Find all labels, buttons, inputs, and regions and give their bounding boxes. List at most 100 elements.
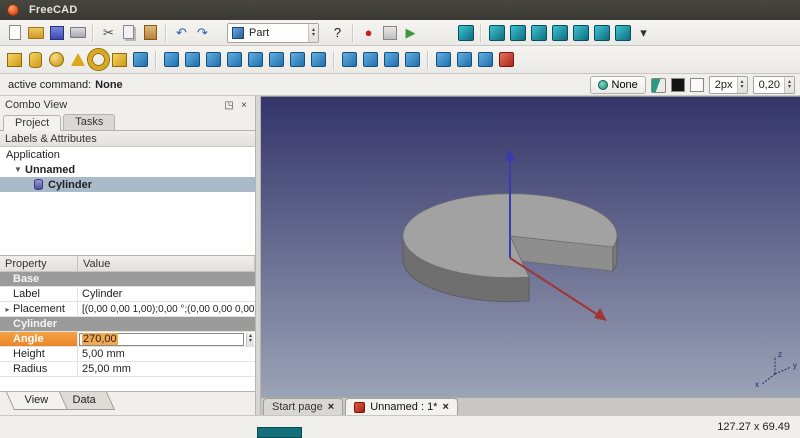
cylinder-icon: [34, 179, 43, 190]
boolean-cut-icon[interactable]: [454, 49, 475, 70]
print-icon[interactable]: [67, 22, 88, 43]
whats-this-icon[interactable]: ?: [327, 22, 348, 43]
property-column-header[interactable]: Property: [0, 256, 78, 271]
3d-viewport[interactable]: x y z: [261, 96, 800, 397]
transparency-spinner[interactable]: 0,20 ▴▾: [753, 76, 795, 94]
shape-builder-icon[interactable]: [130, 49, 151, 70]
redo-icon[interactable]: ↷: [192, 22, 213, 43]
cross-sections-icon[interactable]: [360, 49, 381, 70]
offset-icon[interactable]: [381, 49, 402, 70]
model-tree: Application ▼ Unnamed Cylinder: [0, 147, 255, 255]
document-tab-bar: Start page × Unnamed : 1* ×: [261, 397, 800, 415]
play-macro-icon[interactable]: ▶: [400, 22, 421, 43]
close-tab-icon[interactable]: ×: [442, 401, 448, 413]
fillet-icon[interactable]: [224, 49, 245, 70]
spinner-arrows-icon[interactable]: ▴▾: [737, 77, 747, 93]
save-icon[interactable]: [46, 22, 67, 43]
view-dropdown-icon[interactable]: ▾: [633, 22, 654, 43]
float-panel-icon[interactable]: ◳: [223, 100, 235, 111]
tab-tasks[interactable]: Tasks: [63, 114, 115, 130]
tab-view[interactable]: View: [6, 392, 68, 410]
box-primitive-icon[interactable]: [4, 49, 25, 70]
spinner-arrows-icon[interactable]: ▴▾: [784, 77, 794, 93]
property-radius-value[interactable]: 25,00 mm: [78, 362, 255, 376]
workbench-selector[interactable]: Part ▴▾: [227, 23, 319, 43]
tree-item-application[interactable]: Application: [0, 147, 255, 162]
torus-primitive-icon[interactable]: [88, 49, 109, 70]
front-view-icon[interactable]: [507, 22, 528, 43]
tree-item-unnamed[interactable]: ▼ Unnamed: [0, 162, 255, 177]
top-view-icon[interactable]: [528, 22, 549, 43]
command-bar: active command: None None 2px ▴▾ 0,20 ▴▾: [0, 74, 800, 96]
cut-icon[interactable]: ✂: [98, 22, 119, 43]
boolean-intersection-icon[interactable]: [496, 49, 517, 70]
active-command-label: active command:: [8, 79, 91, 91]
dimension-readout: 127.27 x 69.49: [717, 421, 790, 433]
expander-icon[interactable]: ▸: [2, 305, 13, 314]
property-group-base[interactable]: Base: [0, 272, 255, 286]
boolean-union-icon[interactable]: [475, 49, 496, 70]
fit-all-icon[interactable]: [455, 22, 476, 43]
property-angle-value[interactable]: 270,00 ▴▾: [78, 332, 255, 346]
line-width-spinner[interactable]: 2px ▴▾: [709, 76, 748, 94]
face-color-swatch[interactable]: [690, 78, 704, 92]
titlebar[interactable]: FreeCAD: [0, 0, 800, 20]
paste-icon[interactable]: [140, 22, 161, 43]
sphere-primitive-icon[interactable]: [46, 49, 67, 70]
thickness-icon[interactable]: [402, 49, 423, 70]
left-view-icon[interactable]: [612, 22, 633, 43]
section-icon[interactable]: [339, 49, 360, 70]
record-macro-icon[interactable]: ●: [358, 22, 379, 43]
rear-view-icon[interactable]: [570, 22, 591, 43]
combo-view-panel: Combo View ◳ × Project Tasks Labels & At…: [0, 96, 256, 415]
line-color-swatch[interactable]: [671, 78, 685, 92]
property-group-cylinder[interactable]: Cylinder: [0, 317, 255, 331]
copy-icon[interactable]: [119, 22, 140, 43]
snap-none-button[interactable]: None: [590, 76, 646, 94]
property-height-value[interactable]: 5,00 mm: [78, 347, 255, 361]
combo-arrows-icon[interactable]: ▴▾: [308, 24, 318, 42]
tab-start-page[interactable]: Start page ×: [263, 398, 343, 415]
active-command-value: None: [95, 79, 123, 91]
property-radius[interactable]: Radius: [0, 362, 78, 376]
value-column-header[interactable]: Value: [78, 256, 255, 271]
property-label[interactable]: Label: [0, 287, 78, 301]
loft-icon[interactable]: [287, 49, 308, 70]
property-height[interactable]: Height: [0, 347, 78, 361]
macro-dialog-icon[interactable]: [379, 22, 400, 43]
close-panel-icon[interactable]: ×: [238, 100, 250, 111]
toolbar-separator: [165, 24, 167, 42]
window-title: FreeCAD: [29, 4, 77, 16]
boolean-icon[interactable]: [433, 49, 454, 70]
angle-spinner[interactable]: ▴▾: [246, 333, 254, 346]
close-tab-icon[interactable]: ×: [328, 401, 334, 413]
property-placement[interactable]: ▸ Placement: [0, 302, 78, 316]
new-document-icon[interactable]: [4, 22, 25, 43]
property-angle[interactable]: Angle: [0, 332, 78, 346]
property-label-value[interactable]: Cylinder: [78, 287, 255, 301]
draft-style-icon[interactable]: [651, 78, 666, 93]
open-folder-icon[interactable]: [25, 22, 46, 43]
window-close-button[interactable]: [7, 4, 19, 16]
axonometric-view-icon[interactable]: [486, 22, 507, 43]
sweep-icon[interactable]: [308, 49, 329, 70]
ruled-surface-icon[interactable]: [266, 49, 287, 70]
part-workbench-icon: [232, 27, 244, 39]
revolve-icon[interactable]: [182, 49, 203, 70]
undo-icon[interactable]: ↶: [171, 22, 192, 43]
chamfer-icon[interactable]: [245, 49, 266, 70]
create-primitives-icon[interactable]: [109, 49, 130, 70]
bottom-view-icon[interactable]: [591, 22, 612, 43]
panel-bottom-tabs: View Data: [0, 391, 255, 415]
tab-project[interactable]: Project: [3, 115, 61, 131]
property-placement-value[interactable]: [(0,00 0,00 1,00);0,00 °;(0,00 0,00 0,00…: [78, 302, 255, 316]
expander-icon[interactable]: ▼: [14, 165, 25, 174]
extrude-icon[interactable]: [161, 49, 182, 70]
mirror-icon[interactable]: [203, 49, 224, 70]
cone-primitive-icon[interactable]: [67, 49, 88, 70]
cylinder-primitive-icon[interactable]: [25, 49, 46, 70]
tab-unnamed-document[interactable]: Unnamed : 1* ×: [345, 398, 458, 415]
tree-item-cylinder[interactable]: Cylinder: [0, 177, 255, 192]
angle-input[interactable]: 270,00: [79, 333, 244, 346]
right-view-icon[interactable]: [549, 22, 570, 43]
